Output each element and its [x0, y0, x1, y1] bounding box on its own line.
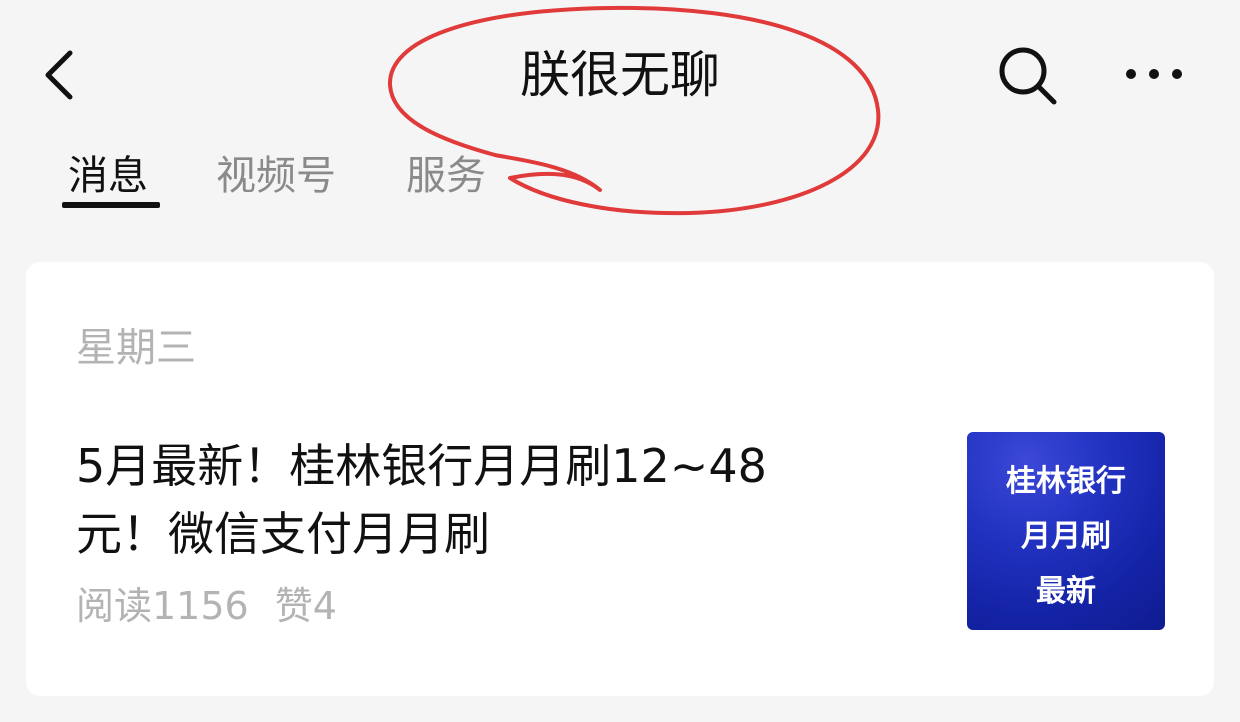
tab-messages[interactable]: 消息: [68, 148, 148, 204]
thumbnail-line-2: 月月刷: [1021, 519, 1111, 554]
tab-channels[interactable]: 视频号: [216, 148, 336, 204]
more-button[interactable]: [1114, 50, 1194, 98]
article-stats: 阅读1156 赞4: [76, 580, 337, 632]
search-icon: [999, 47, 1057, 105]
active-tab-indicator: [62, 202, 160, 208]
search-button[interactable]: [992, 40, 1064, 112]
tab-bar: 消息 视频号 服务: [0, 140, 1240, 220]
thumbnail-text: 桂林银行 月月刷 最新: [967, 454, 1165, 619]
article-title-line-2: 元！微信支付月月刷: [76, 507, 490, 561]
tab-services[interactable]: 服务: [406, 148, 486, 204]
like-count: 赞4: [274, 584, 337, 628]
thumbnail-line-1: 桂林银行: [1006, 464, 1126, 499]
read-count: 阅读1156: [76, 584, 249, 628]
article-title-line-1: 5月最新！桂林银行月月刷12~48: [76, 439, 767, 493]
date-label: 星期三: [76, 325, 196, 371]
message-card: 星期三 5月最新！桂林银行月月刷12~48 元！微信支付月月刷 阅读1156 赞4…: [26, 262, 1214, 696]
article-thumbnail[interactable]: 桂林银行 月月刷 最新: [967, 432, 1165, 630]
thumbnail-line-3: 最新: [1036, 574, 1096, 609]
more-horizontal-icon: [1126, 69, 1182, 79]
top-bar: 朕很无聊: [0, 0, 1240, 150]
article-title[interactable]: 5月最新！桂林银行月月刷12~48 元！微信支付月月刷: [76, 432, 866, 568]
